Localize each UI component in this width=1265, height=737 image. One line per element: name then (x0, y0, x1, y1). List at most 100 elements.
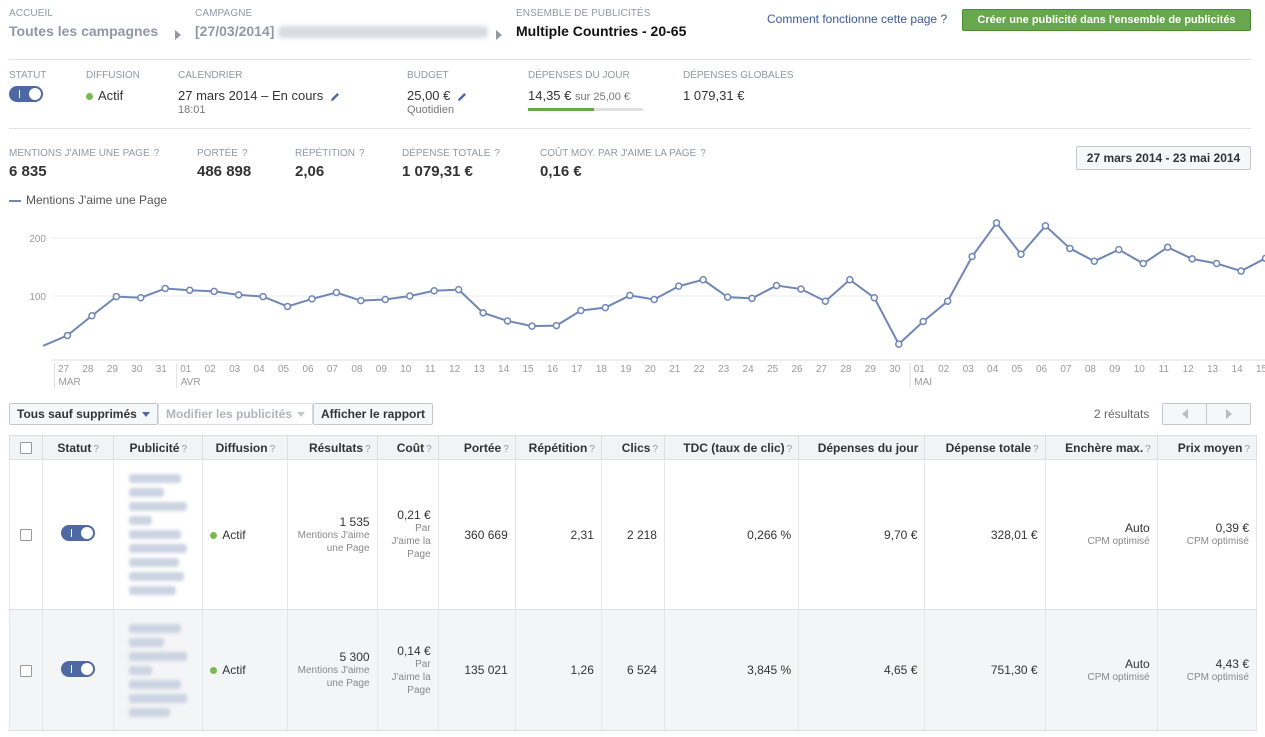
edit-pencil-icon[interactable] (329, 91, 341, 103)
ad-name-cell[interactable] (113, 609, 204, 731)
column-header-status[interactable]: Statut? (42, 435, 115, 460)
help-icon[interactable]: ? (589, 444, 595, 455)
blurred-ad-name[interactable] (129, 474, 188, 595)
column-header-daily-spend[interactable]: Dépenses du jour (798, 435, 926, 460)
data-point (895, 340, 903, 348)
status-toggle[interactable] (9, 86, 43, 105)
chevron-down-icon (141, 411, 150, 417)
help-icon[interactable]: ? (494, 148, 500, 159)
row-status-cell (42, 459, 115, 610)
breadcrumb-campaign[interactable]: CAMPAGNE [27/03/2014] (195, 8, 489, 39)
column-header-avg-price[interactable]: Prix moyen? (1156, 435, 1258, 460)
data-point (797, 285, 805, 293)
ad-results-cell: 1 535 Mentions J'aime une Page (287, 459, 378, 610)
data-point (1041, 222, 1050, 230)
help-icon[interactable]: ? (1145, 444, 1151, 455)
column-header-total-spend[interactable]: Dépense totale? (924, 435, 1046, 460)
x-tick-label: 12 (1183, 364, 1195, 375)
help-icon[interactable]: ? (365, 444, 371, 455)
help-icon[interactable]: ? (93, 444, 99, 455)
help-icon[interactable]: ? (426, 444, 432, 455)
total-spent-label: DÉPENSE TOTALE? (402, 148, 500, 159)
ad-avg-price-sub: CPM optimisé (1186, 536, 1249, 547)
column-header-ad[interactable]: Publicité? (113, 435, 204, 460)
date-range-picker[interactable]: 27 mars 2014 - 23 mai 2014 (1076, 146, 1251, 170)
help-icon[interactable]: ? (270, 444, 276, 455)
total-spend-label: DÉPENSES GLOBALES (683, 70, 794, 81)
delivery-value: Actif (98, 88, 124, 103)
ad-reach: 135 021 (437, 609, 516, 731)
x-tick-label: 28 (82, 364, 94, 375)
help-icon[interactable]: ? (154, 148, 160, 159)
data-point (503, 317, 512, 325)
data-point (161, 284, 169, 293)
column-header-frequency[interactable]: Répétition? (514, 435, 602, 460)
breadcrumb-arrow-icon (175, 30, 181, 40)
data-point (88, 311, 96, 320)
data-point (723, 293, 732, 301)
help-link[interactable]: Comment fonctionne cette page ? (767, 12, 947, 26)
row-checkbox[interactable] (20, 529, 33, 542)
column-header-ctr[interactable]: TDC (taux de clic)? (663, 435, 800, 460)
x-tick-label: 03 (229, 364, 241, 375)
row-checkbox[interactable] (20, 664, 33, 677)
create-ad-button[interactable]: Créer une publicité dans l'ensemble de p… (962, 9, 1251, 31)
breadcrumb-arrow-icon (496, 30, 502, 40)
x-tick-label: 11 (1159, 364, 1170, 375)
column-header-max-bid[interactable]: Enchère max.? (1044, 435, 1158, 460)
ad-status-toggle[interactable] (61, 660, 96, 677)
x-tick-label: 07 (1060, 364, 1072, 375)
ad-status-toggle[interactable] (61, 525, 96, 541)
help-icon[interactable]: ? (652, 444, 658, 455)
ad-frequency: 1,26 (514, 609, 602, 731)
table-row[interactable]: Actif 1 535 Mentions J'aime une Page 0,21… (8, 459, 1258, 610)
column-header-reach[interactable]: Portée? (437, 435, 516, 460)
x-tick-label: 13 (1207, 364, 1219, 375)
toggle-switch-icon (9, 86, 43, 102)
ad-ctr: 0,266 % (663, 459, 800, 610)
column-header-clicks[interactable]: Clics? (600, 435, 665, 460)
column-header-results[interactable]: Résultats? (287, 435, 378, 460)
table-row[interactable]: Actif 5 300 Mentions J'aime une Page 0,14… (8, 609, 1258, 731)
help-icon[interactable]: ? (359, 148, 365, 159)
reach-label: PORTÉE? (197, 148, 248, 159)
help-icon[interactable]: ? (242, 148, 248, 159)
ads-table: Statut? Publicité? Diffusion? Résultats?… (8, 435, 1258, 731)
data-point (63, 331, 72, 340)
ad-cost-cell: 0,21 € Par J'aime la Page (376, 459, 439, 610)
y-tick-label: 200 (29, 234, 46, 245)
column-header-cost[interactable]: Coût? (376, 435, 439, 460)
ad-name-cell[interactable] (113, 459, 204, 610)
breadcrumb-campaign-link[interactable]: [27/03/2014] (195, 23, 489, 39)
data-point (234, 291, 243, 299)
schedule-label: CALENDRIER (178, 70, 243, 81)
prev-page-button[interactable] (1163, 404, 1206, 424)
x-tick-label: 10 (1134, 364, 1146, 375)
x-tick-label: 12 (449, 364, 461, 375)
data-point (626, 291, 634, 300)
select-all-checkbox[interactable] (20, 442, 33, 455)
breadcrumb-home-link[interactable]: Toutes les campagnes (9, 23, 158, 39)
x-tick-label: 21 (669, 364, 681, 375)
ad-frequency: 2,31 (514, 459, 602, 610)
data-point (577, 306, 585, 315)
x-tick-label: 27 (58, 364, 70, 375)
next-page-button[interactable] (1206, 404, 1250, 424)
ad-max-bid-cell: Auto CPM optimisé (1044, 459, 1158, 610)
help-icon[interactable]: ? (1033, 444, 1039, 455)
help-icon[interactable]: ? (181, 444, 187, 455)
help-icon[interactable]: ? (1244, 444, 1250, 455)
ad-delivery: Actif (222, 663, 246, 677)
view-report-button[interactable]: Afficher le rapport (313, 403, 434, 425)
help-icon[interactable]: ? (503, 444, 509, 455)
column-header-delivery[interactable]: Diffusion? (202, 435, 289, 460)
edit-ads-dropdown[interactable]: Modifier les publicités (158, 403, 314, 425)
ad-reach: 360 669 (437, 459, 516, 610)
edit-pencil-icon[interactable] (456, 91, 468, 103)
blurred-ad-name[interactable] (129, 623, 188, 717)
help-icon[interactable]: ? (787, 444, 793, 455)
help-icon[interactable]: ? (700, 148, 706, 159)
breadcrumb-home[interactable]: ACCUEIL Toutes les campagnes (9, 8, 158, 39)
data-point (674, 282, 683, 290)
filter-dropdown[interactable]: Tous sauf supprimés (9, 403, 158, 425)
